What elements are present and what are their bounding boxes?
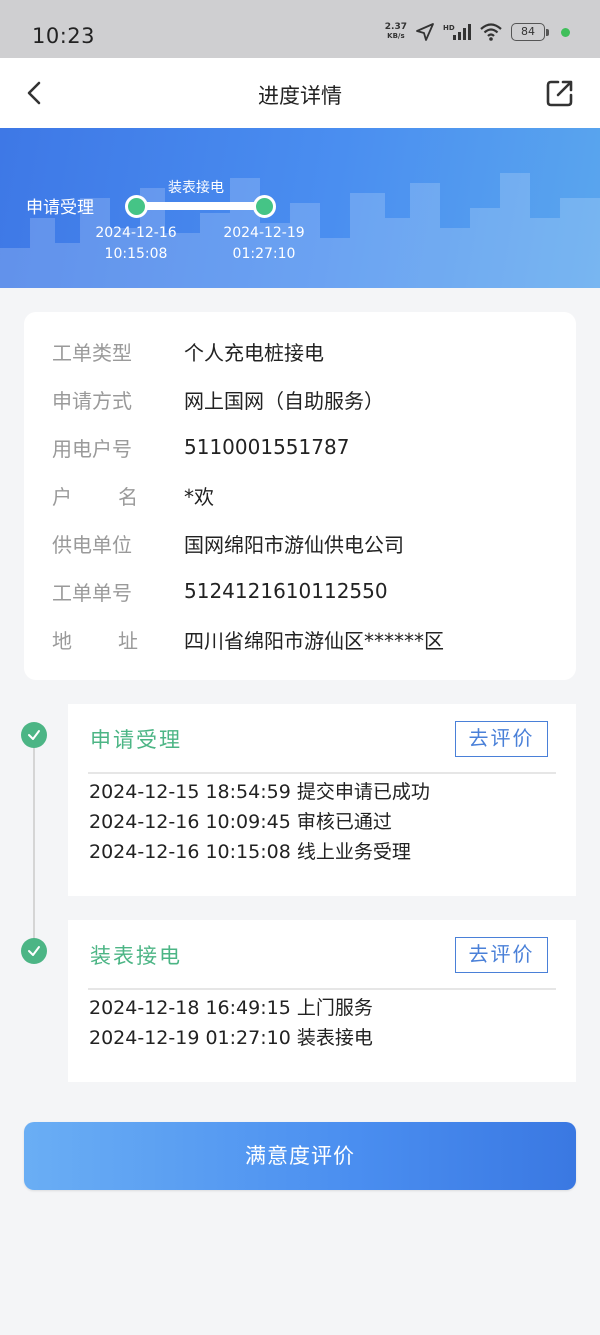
- status-icons: 2.37 KB/s HD 84: [385, 22, 570, 42]
- rate-button[interactable]: 去评价: [455, 937, 548, 973]
- battery-level: 84: [511, 23, 545, 41]
- step-record: 2024-12-16 10:09:45 审核已通过: [89, 811, 392, 833]
- step-record: 2024-12-19 01:27:10 装表接电: [89, 1027, 373, 1049]
- info-row-account-number: 用电户号 5110001551787: [52, 432, 349, 462]
- timeline-line: [33, 735, 35, 951]
- info-label-part: 户: [52, 484, 72, 509]
- info-row-supply-unit: 供电单位 国网绵阳市游仙供电公司: [52, 528, 404, 558]
- info-value: *欢: [184, 484, 214, 509]
- step-title: 申请受理: [90, 728, 182, 752]
- info-label: 申请方式: [52, 388, 132, 413]
- info-label-part: 址: [118, 628, 138, 653]
- info-row-account-name: 户 名 *欢: [52, 480, 214, 510]
- info-value: 个人充电桩接电: [184, 340, 324, 365]
- page-title: 进度详情: [258, 84, 342, 108]
- info-value: 5124121610112550: [184, 579, 388, 603]
- privacy-dot: [561, 27, 570, 37]
- progress-node-2-datetime: 2024-12-19 01:27:10: [214, 223, 314, 265]
- info-label: 供电单位: [52, 532, 132, 557]
- progress-node-2-date: 2024-12-19: [223, 225, 305, 241]
- status-time: 10:23: [32, 24, 96, 48]
- info-value: 5110001551787: [184, 435, 350, 459]
- step-record: 2024-12-15 18:54:59 提交申请已成功: [89, 781, 430, 803]
- info-row-address: 地 址 四川省绵阳市游仙区******区: [52, 624, 444, 654]
- info-value: 国网绵阳市游仙供电公司: [184, 532, 404, 557]
- satisfaction-rating-button[interactable]: 满意度评价: [24, 1122, 576, 1190]
- info-label: 用电户号: [52, 436, 132, 461]
- progress-banner: 申请受理 装表接电 2024-12-16 10:15:08 2024-12-19…: [0, 128, 600, 288]
- info-row-apply-method: 申请方式 网上国网（自助服务）: [52, 384, 384, 414]
- progress-start-label: 申请受理: [26, 198, 94, 218]
- order-info-card: 工单类型 个人充电桩接电 申请方式 网上国网（自助服务） 用电户号 511000…: [24, 312, 576, 680]
- status-bar: 10:23 2.37 KB/s HD 84: [0, 0, 600, 58]
- progress-track: [138, 202, 264, 210]
- network-speed: 2.37 KB/s: [385, 23, 407, 41]
- progress-node-2-time: 01:27:10: [232, 246, 296, 262]
- progress-node-1-time: 10:15:08: [104, 246, 168, 262]
- timeline-step-card: 申请受理 去评价 2024-12-15 18:54:59 提交申请已成功 202…: [68, 704, 576, 896]
- info-label: 户 名: [52, 481, 138, 510]
- step-divider: [88, 772, 556, 774]
- progress-node-1-date: 2024-12-16: [95, 225, 177, 241]
- check-circle-icon: [21, 938, 47, 964]
- info-label-part: 地: [52, 628, 72, 653]
- info-value: 四川省绵阳市游仙区******区: [184, 628, 444, 653]
- network-speed-value: 2.37: [384, 22, 407, 32]
- location-arrow-icon: [416, 23, 434, 41]
- signal-hd-icon: HD: [443, 24, 471, 40]
- network-speed-unit: KB/s: [387, 32, 405, 40]
- share-button[interactable]: [544, 77, 576, 109]
- rate-button[interactable]: 去评价: [455, 721, 548, 757]
- info-row-order-number: 工单单号 5124121610112550: [52, 576, 388, 606]
- progress-node-1: [125, 195, 148, 218]
- info-value: 网上国网（自助服务）: [184, 388, 384, 413]
- check-circle-icon: [21, 722, 47, 748]
- info-row-order-type: 工单类型 个人充电桩接电: [52, 336, 324, 366]
- nav-bar: 进度详情: [0, 58, 600, 128]
- wifi-icon: [480, 23, 502, 41]
- step-record: 2024-12-16 10:15:08 线上业务受理: [89, 841, 411, 863]
- progress-node-1-datetime: 2024-12-16 10:15:08: [86, 223, 186, 265]
- svg-text:HD: HD: [443, 24, 455, 32]
- step-title: 装表接电: [90, 944, 182, 968]
- step-record: 2024-12-18 16:49:15 上门服务: [89, 997, 373, 1019]
- info-label: 工单类型: [52, 340, 132, 365]
- progress-node-2: [253, 195, 276, 218]
- timeline-step-card: 装表接电 去评价 2024-12-18 16:49:15 上门服务 2024-1…: [68, 920, 576, 1082]
- progress-mid-label: 装表接电: [168, 180, 224, 196]
- battery-icon: 84: [511, 23, 549, 41]
- info-label: 地 址: [52, 625, 138, 654]
- info-label-part: 名: [118, 484, 138, 509]
- step-divider: [88, 988, 556, 990]
- info-label: 工单单号: [52, 580, 132, 605]
